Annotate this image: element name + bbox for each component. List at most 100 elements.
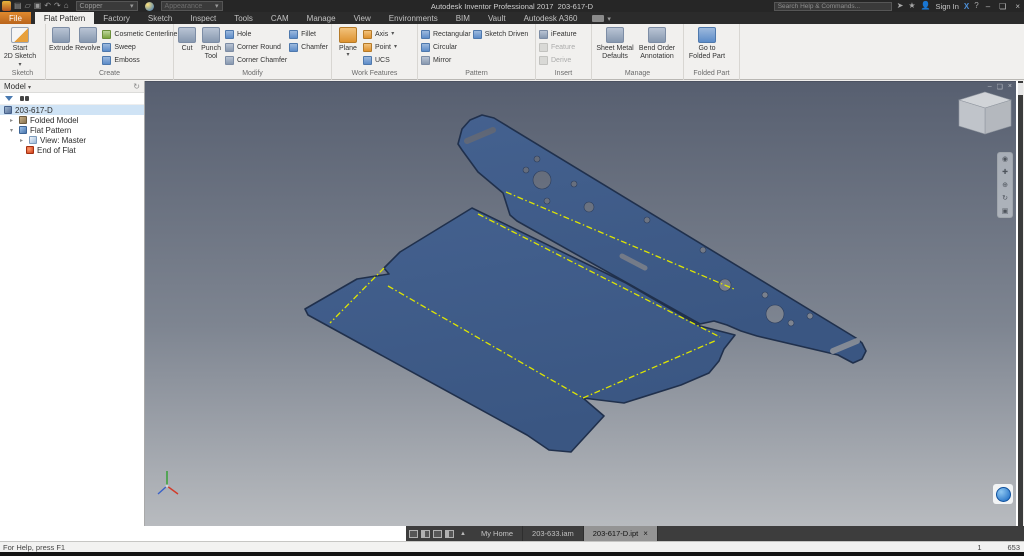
point-button[interactable]: Point ▾ (363, 41, 397, 53)
expander-icon[interactable]: ▸ (20, 137, 26, 144)
fillet-button[interactable]: Fillet (289, 28, 328, 40)
bend-order-annotation-button[interactable]: Bend Order Annotation (637, 26, 677, 61)
corner-chamfer-button[interactable]: Corner Chamfer (225, 54, 287, 66)
close-icon[interactable]: × (643, 529, 648, 538)
tab-autodesk-a360[interactable]: Autodesk A360 (515, 12, 587, 24)
tab-file[interactable]: File (0, 12, 31, 24)
new-file-icon[interactable]: ▤ (14, 1, 22, 11)
viewport[interactable]: – ❏ × ◉ ✚ ⊕ ↻ ▣ (145, 81, 1016, 526)
doc-close-button[interactable]: × (1008, 83, 1012, 91)
tab-cam[interactable]: CAM (262, 12, 298, 24)
emboss-button[interactable]: Emboss (102, 54, 177, 66)
split-horizontal-icon[interactable] (433, 530, 442, 538)
tree-item-folded-model[interactable]: ▸ Folded Model (0, 115, 144, 125)
start-2d-sketch-button[interactable]: Start 2D Sketch ▾ (3, 26, 37, 69)
mirror-button[interactable]: Mirror (421, 54, 471, 66)
doc-minimize-button[interactable]: – (988, 83, 992, 91)
circular-pattern-button[interactable]: Circular (421, 41, 471, 53)
plane-button[interactable]: Plane ▾ (335, 26, 361, 58)
revolve-button[interactable]: Revolve (75, 26, 100, 53)
cosmetic-centerline-button[interactable]: Cosmetic Centerline (102, 28, 177, 40)
rectangular-pattern-button[interactable]: Rectangular (421, 28, 471, 40)
sheet-metal-defaults-button[interactable]: Sheet Metal Defaults (595, 26, 635, 61)
tab-view[interactable]: View (345, 12, 380, 24)
group-insert: iFeature Feature Derive Insert (536, 24, 592, 80)
tree-item-end-of-flat[interactable]: End of Flat (0, 145, 144, 155)
filter-funnel-icon[interactable] (5, 96, 13, 101)
expander-icon[interactable]: ▸ (10, 117, 16, 124)
flat-pattern-icon (19, 126, 27, 134)
undo-icon[interactable]: ↶ (44, 1, 51, 11)
tab-tools[interactable]: Tools (225, 12, 262, 24)
screencast-camera-icon[interactable] (592, 15, 604, 22)
chevron-down-icon[interactable]: ▾ (607, 15, 611, 23)
assistant-sphere-icon[interactable] (993, 484, 1013, 504)
tree-item-view-master[interactable]: ▸ View: Master (0, 135, 144, 145)
user-icon[interactable]: 👤 (921, 1, 931, 11)
tab-203-617-d-ipt[interactable]: 203-617-D.ipt × (584, 526, 658, 541)
right-scrollbar[interactable] (1016, 81, 1023, 526)
orbit-icon[interactable]: ↻ (1002, 194, 1008, 202)
doc-restore-button[interactable]: ❏ (997, 83, 1003, 91)
tab-factory[interactable]: Factory (94, 12, 139, 24)
tree-item-flat-pattern[interactable]: ▾ Flat Pattern (0, 125, 144, 135)
punch-tool-button[interactable]: Punch Tool (199, 26, 223, 61)
appearance-dropdown[interactable]: Appearance ▾ (161, 1, 223, 11)
group-folded-part: Go to Folded Part Folded Part (684, 24, 740, 80)
zoom-icon[interactable]: ⊕ (1002, 181, 1008, 189)
material-dropdown[interactable]: Copper ▾ (76, 1, 138, 11)
quick-access-toolbar: ▤ ▱ ▣ ↶ ↷ ⌂ Copper ▾ Appearance ▾ (0, 1, 223, 11)
pan-icon[interactable]: ✚ (1002, 168, 1008, 176)
sweep-button[interactable]: Sweep (102, 41, 177, 53)
tree-item-root[interactable]: 203-617-D (0, 105, 144, 115)
cascade-windows-icon[interactable] (409, 530, 418, 538)
cut-button[interactable]: Cut (177, 26, 197, 53)
tab-203-633-iam[interactable]: 203-633.iam (523, 526, 584, 541)
tab-vault[interactable]: Vault (479, 12, 515, 24)
select-icon[interactable]: ➤ (897, 1, 904, 11)
home-icon[interactable]: ⌂ (64, 1, 69, 11)
help-icon[interactable]: ? (974, 1, 978, 11)
expander-icon[interactable]: ▾ (10, 127, 16, 134)
folded-model-icon (19, 116, 27, 124)
sign-in-link[interactable]: Sign In (936, 2, 959, 11)
hole-button[interactable]: Hole (225, 28, 287, 40)
open-folder-icon[interactable]: ▱ (25, 1, 31, 11)
search-input[interactable]: Search Help & Commands... (774, 2, 892, 11)
close-button[interactable]: × (1013, 2, 1022, 11)
navigation-bar[interactable]: ◉ ✚ ⊕ ↻ ▣ (997, 152, 1013, 218)
flat-pattern-model[interactable] (145, 82, 1016, 526)
scrollbar-thumb[interactable] (1018, 83, 1023, 95)
go-to-folded-part-button[interactable]: Go to Folded Part (687, 26, 727, 61)
sketch-driven-button[interactable]: Sketch Driven (473, 28, 529, 40)
group-label: Manage (592, 69, 683, 80)
axis-button[interactable]: Axis ▾ (363, 28, 397, 40)
collapse-tabs-icon[interactable]: ▲ (460, 531, 466, 537)
redo-icon[interactable]: ↷ (54, 1, 61, 11)
navigation-wheel-icon[interactable]: ◉ (1002, 155, 1008, 163)
extrude-button[interactable]: Extrude (49, 26, 73, 53)
look-at-icon[interactable]: ▣ (1002, 207, 1009, 215)
tab-my-home[interactable]: My Home (472, 526, 523, 541)
search-binoculars-icon[interactable] (20, 96, 29, 101)
ifeature-button[interactable]: iFeature (539, 28, 577, 40)
exchange-apps-icon[interactable]: X (964, 2, 969, 11)
browser-title[interactable]: Model ▾ (4, 82, 31, 91)
split-vertical-icon[interactable] (445, 530, 454, 538)
chamfer-button[interactable]: Chamfer (289, 41, 328, 53)
save-icon[interactable]: ▣ (34, 1, 42, 11)
tab-flat-pattern[interactable]: Flat Pattern (35, 12, 94, 24)
tab-inspect[interactable]: Inspect (181, 12, 225, 24)
tab-environments[interactable]: Environments (380, 12, 447, 24)
tile-windows-icon[interactable] (421, 530, 430, 538)
tab-bim[interactable]: BIM (447, 12, 479, 24)
refresh-icon[interactable]: ↻ (133, 82, 140, 91)
restore-button[interactable]: ❏ (997, 2, 1008, 11)
ribbon: Start 2D Sketch ▾ Sketch Extrude Revolve (0, 24, 1024, 80)
tab-manage[interactable]: Manage (298, 12, 345, 24)
tab-sketch[interactable]: Sketch (139, 12, 181, 24)
corner-round-button[interactable]: Corner Round (225, 41, 287, 53)
favorites-star-icon[interactable]: ★ (908, 1, 915, 11)
ucs-button[interactable]: UCS (363, 54, 397, 66)
minimize-button[interactable]: – (984, 2, 992, 11)
